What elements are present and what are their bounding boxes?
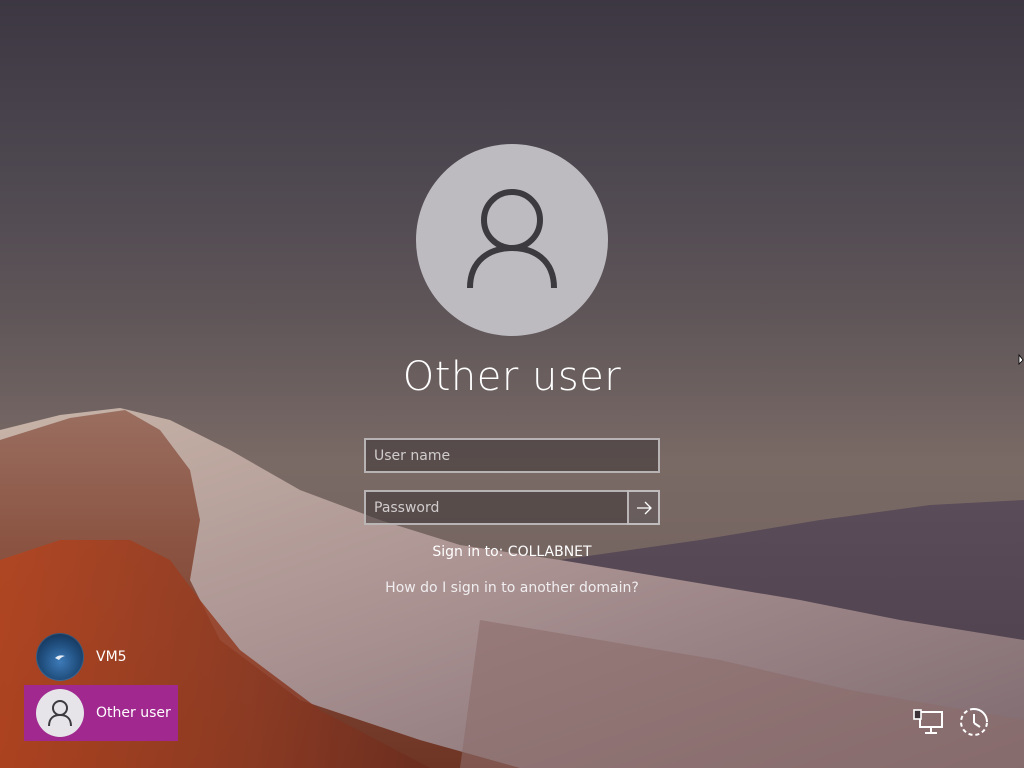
person-icon [467, 189, 557, 289]
user-avatar-large [416, 144, 608, 336]
user-tile-label: VM5 [96, 649, 127, 665]
other-domain-help-link[interactable]: How do I sign in to another domain? [312, 580, 712, 596]
bird-icon [55, 655, 65, 660]
user-tile-vm5[interactable]: VM5 [24, 629, 178, 685]
other-user-avatar [36, 689, 84, 737]
arrow-right-icon [636, 501, 652, 514]
password-field-group [364, 490, 660, 525]
username-input[interactable] [364, 438, 660, 473]
user-tile-label: Other user [96, 705, 171, 721]
ease-of-access-icon [960, 708, 988, 736]
ease-of-access-button[interactable] [956, 704, 992, 740]
mouse-cursor-icon [1018, 354, 1024, 365]
network-button[interactable] [910, 704, 946, 740]
person-icon [48, 700, 72, 727]
sign-in-domain-text: Sign in to: COLLABNET [432, 544, 592, 560]
password-input[interactable] [364, 490, 660, 525]
lock-screen: Other user Sign in to: COLLABNET How do … [0, 0, 1024, 768]
vm5-avatar [36, 633, 84, 681]
user-tile-other-user[interactable]: Other user [24, 685, 178, 741]
submit-button[interactable] [627, 490, 660, 525]
network-icon [913, 709, 943, 734]
selected-user-name: Other user [402, 354, 622, 400]
